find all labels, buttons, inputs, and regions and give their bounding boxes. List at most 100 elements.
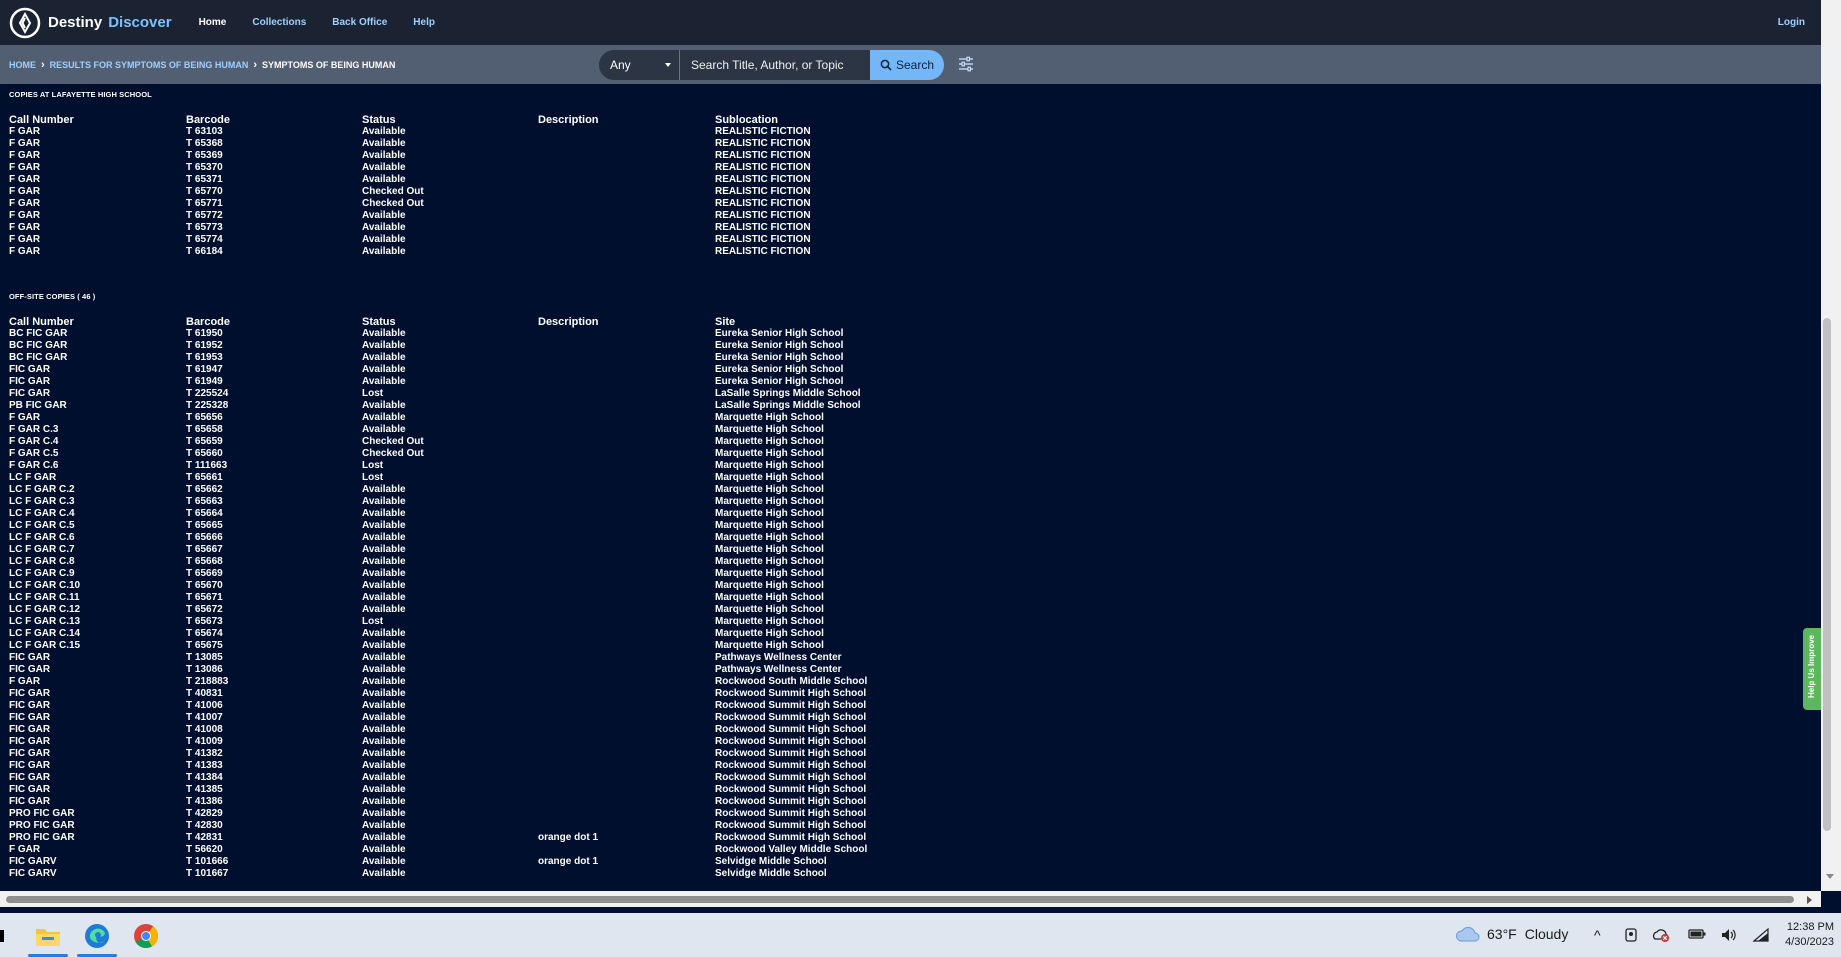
cell-site: Marquette High School [715, 472, 824, 483]
search-scope-select[interactable]: Any [599, 50, 679, 80]
cell-status: Checked Out [362, 198, 424, 209]
cell-barcode: T 41007 [186, 712, 223, 723]
cell-barcode: T 56620 [186, 844, 223, 855]
edge-browser-icon[interactable] [81, 921, 113, 951]
cell-barcode: T 61953 [186, 352, 223, 363]
table-row: FIC GAR T 41383 Available Rockwood Summit H… [9, 760, 915, 772]
search-input[interactable] [679, 50, 870, 80]
cell-barcode: T 65673 [186, 616, 223, 627]
chrome-browser-icon[interactable] [130, 921, 162, 951]
nav-help[interactable]: Help [413, 17, 435, 28]
cell-status: Available [362, 604, 406, 615]
cell-status: Available [362, 580, 406, 591]
cell-call-number: LC F GAR C.2 [9, 484, 75, 495]
offsite-copies-table: Call Number Barcode Status Description S… [9, 314, 915, 880]
nav-home[interactable]: Home [199, 17, 227, 28]
cell-barcode: T 65656 [186, 412, 223, 423]
cell-call-number: F GAR C.6 [9, 460, 59, 471]
horizontal-scrollbar-thumb[interactable] [6, 896, 1794, 903]
cell-site: Pathways Wellness Center [715, 652, 842, 663]
cell-site: REALISTIC FICTION [715, 210, 811, 221]
onedrive-error-icon[interactable] [1652, 927, 1670, 943]
breadcrumb-current: SYMPTOMS OF BEING HUMAN [262, 60, 396, 70]
table-row: FIC GARV T 101667 Available Selvidge Middle… [9, 868, 915, 880]
table-row: FIC GAR T 41009 Available Rockwood Summit H… [9, 736, 915, 748]
chevron-up-icon[interactable]: ^ [1594, 927, 1601, 943]
header-description: Description [538, 316, 599, 328]
table-row: PRO FIC GAR T 42831 Available orange dot 1 R… [9, 832, 915, 844]
cell-site: Marquette High School [715, 448, 824, 459]
breadcrumb-home[interactable]: HOME [9, 60, 36, 70]
battery-icon[interactable] [1688, 927, 1706, 941]
cell-barcode: T 61947 [186, 364, 223, 375]
cell-site: Rockwood Summit High School [715, 784, 867, 795]
cell-call-number: FIC GARV [9, 868, 57, 879]
breadcrumb-results[interactable]: RESULTS FOR SYMPTOMS OF BEING HUMAN [50, 60, 249, 70]
filter-settings-icon[interactable] [958, 56, 974, 72]
cell-call-number: PB FIC GAR [9, 400, 67, 411]
table-row: F GAR T 65371 Available REALISTIC FICTION [9, 174, 915, 186]
vertical-scrollbar-thumb[interactable] [1823, 318, 1831, 831]
login-link[interactable]: Login [1778, 17, 1805, 28]
table-row: FIC GAR T 61949 Available Eureka Senior Hig… [9, 376, 915, 388]
cell-barcode: T 65772 [186, 210, 223, 221]
brand-logo[interactable]: Destiny Discover [9, 7, 172, 39]
cell-call-number: F GAR [9, 210, 41, 221]
table-row: LC F GAR C.14 T 65674 Available Marquette H… [9, 628, 915, 640]
cell-barcode: T 65773 [186, 222, 223, 233]
offsite-copies-title: OFF-SITE COPIES ( 46 ) [9, 292, 96, 301]
volume-icon[interactable] [1720, 927, 1738, 943]
meeting-icon[interactable] [1624, 927, 1638, 943]
cell-status: Available [362, 712, 406, 723]
cell-call-number: LC F GAR C.13 [9, 616, 81, 627]
cell-site: Marquette High School [715, 568, 824, 579]
cell-call-number: PRO FIC GAR [9, 832, 75, 843]
cell-site: REALISTIC FICTION [715, 126, 811, 137]
cell-barcode: T 40831 [186, 688, 223, 699]
cell-call-number: FIC GAR [9, 664, 51, 675]
cell-site: Rockwood Summit High School [715, 700, 867, 711]
cell-site: Selvidge Middle School [715, 856, 827, 867]
table-row: LC F GAR C.9 T 65669 Available Marquette Hi… [9, 568, 915, 580]
cell-call-number: F GAR C.4 [9, 436, 59, 447]
cell-call-number: LC F GAR C.9 [9, 568, 75, 579]
cell-barcode: T 65370 [186, 162, 223, 173]
cell-barcode: T 61949 [186, 376, 223, 387]
cell-status: Available [362, 222, 406, 233]
cell-call-number: LC F GAR C.3 [9, 496, 75, 507]
cell-status: Available [362, 664, 406, 675]
table-row: FIC GAR T 13085 Available Pathways Wellness… [9, 652, 915, 664]
table-row: FIC GAR T 41385 Available Rockwood Summit H… [9, 784, 915, 796]
header-barcode: Barcode [186, 114, 231, 126]
cell-site: Marquette High School [715, 640, 824, 651]
file-explorer-icon[interactable] [32, 921, 64, 951]
cell-barcode: T 66184 [186, 246, 223, 257]
cell-site: Rockwood Summit High School [715, 808, 867, 819]
cell-site: REALISTIC FICTION [715, 138, 811, 149]
table-row: LC F GAR C.15 T 65675 Available Marquette H… [9, 640, 915, 652]
cell-call-number: F GAR C.5 [9, 448, 59, 459]
cell-status: Available [362, 174, 406, 185]
cell-barcode: T 65667 [186, 544, 223, 555]
system-clock[interactable]: 12:38 PM 4/30/2023 [1782, 921, 1834, 948]
cell-barcode: T 65774 [186, 234, 223, 245]
scroll-right-arrow-icon[interactable] [1807, 896, 1812, 904]
table-row: F GAR T 63103 Available REALISTIC FICTION [9, 126, 915, 138]
search-button[interactable]: Search [870, 50, 944, 80]
nav-collections[interactable]: Collections [252, 17, 306, 28]
cell-status: Lost [362, 616, 384, 627]
chevron-right-icon: › [41, 59, 45, 71]
cell-status: Available [362, 532, 406, 543]
table-row: F GAR T 66184 Available REALISTIC FICTION [9, 246, 915, 258]
table-header: Call Number Barcode Status Description S… [9, 314, 915, 328]
weather-widget[interactable]: 63°F Cloudy [1455, 926, 1568, 942]
cell-call-number: FIC GAR [9, 724, 51, 735]
scroll-down-arrow-icon[interactable] [1826, 874, 1834, 879]
cell-barcode: T 101666 [186, 856, 229, 867]
cell-site: Pathways Wellness Center [715, 664, 842, 675]
header-call-number: Call Number [9, 114, 74, 126]
cell-status: Available [362, 856, 406, 867]
start-edge-icon[interactable] [0, 930, 4, 942]
nav-back-office[interactable]: Back Office [332, 17, 387, 28]
wifi-icon[interactable] [1752, 927, 1770, 943]
